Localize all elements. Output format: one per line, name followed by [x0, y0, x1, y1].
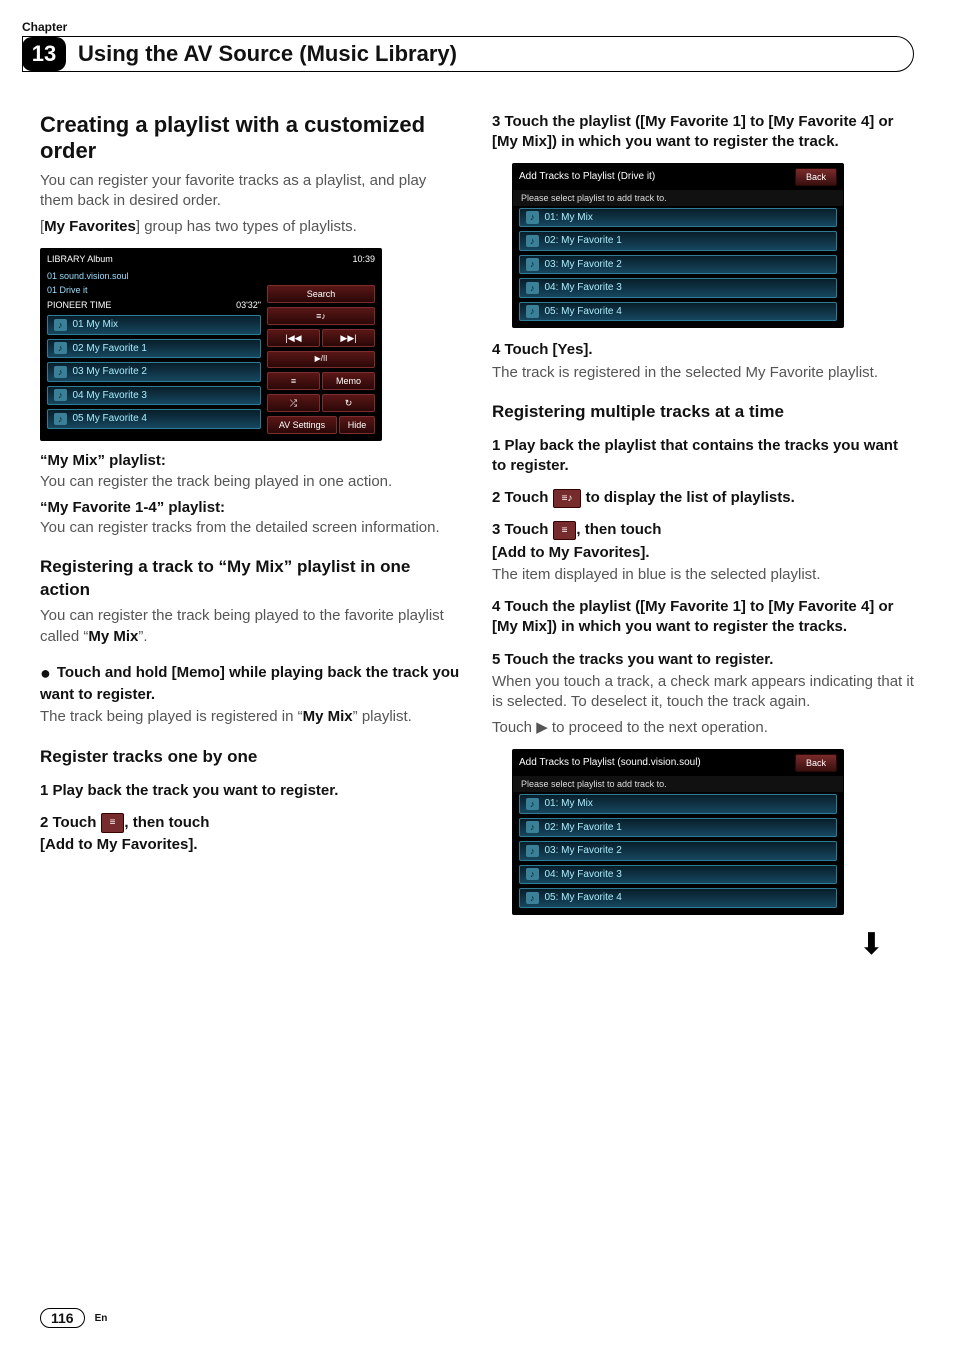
mymix-paragraph: You can register the track being played … — [40, 472, 462, 492]
multi-step-2: 2 Touch ≡♪ to display the list of playli… — [492, 488, 914, 508]
list-icon: ≡ — [101, 813, 125, 833]
chapter-title: Using the AV Source (Music Library) — [66, 37, 477, 71]
chapter-header: 13 Using the AV Source (Music Library) — [22, 36, 914, 72]
ss1-list-button[interactable]: ≡ — [267, 372, 320, 390]
ss2-item-3[interactable]: ♪03: My Favorite 2 — [519, 255, 837, 275]
intro-paragraph-2: [My Favorites] group has two types of pl… — [40, 217, 462, 237]
ss1-line1: 01 sound.vision.soul — [47, 271, 129, 281]
ss1-search-button[interactable]: Search — [267, 285, 375, 303]
sub1-paragraph: You can register the track being played … — [40, 606, 462, 647]
multi-step-5-after-2: Touch ▶ to proceed to the next operation… — [492, 718, 914, 738]
continue-arrow-icon: ⬇ — [492, 925, 884, 966]
playlist-icon: ≡♪ — [553, 489, 582, 509]
subheading-register-mymix: Registering a track to “My Mix” playlist… — [40, 556, 462, 602]
ss1-hide-button[interactable]: Hide — [339, 416, 375, 434]
multi-step-3-line2: [Add to My Favorites]. — [492, 543, 914, 563]
myfavorite-heading: “My Favorite 1-4” playlist: — [40, 498, 462, 518]
ss1-playlist-button[interactable]: ≡♪ — [267, 307, 375, 325]
chapter-label: Chapter — [22, 20, 914, 34]
ss2-item-2[interactable]: ♪02: My Favorite 1 — [519, 231, 837, 251]
ss1-prev-button[interactable]: |◀◀ — [267, 329, 320, 347]
ss1-top-left: LIBRARY Album — [47, 253, 113, 265]
multi-step-3-after: The item displayed in blue is the select… — [492, 565, 914, 585]
ss3-back-button[interactable]: Back — [795, 754, 837, 772]
right-step-4-after: The track is registered in the selected … — [492, 363, 914, 383]
bullet-touch-hold-memo: ●Touch and hold [Memo] while playing bac… — [40, 661, 462, 706]
ss3-item-4[interactable]: ♪04: My Favorite 3 — [519, 865, 837, 885]
ss3-title: Add Tracks to Playlist (sound.vision.sou… — [519, 756, 701, 770]
multi-step-1: 1 Play back the playlist that contains t… — [492, 436, 914, 477]
multi-step-5: 5 Touch the tracks you want to register. — [492, 650, 914, 670]
ss2-item-1[interactable]: ♪01: My Mix — [519, 208, 837, 228]
ss3-subtitle: Please select playlist to add track to. — [513, 776, 843, 792]
ss1-repeat-button[interactable]: ↻ — [322, 394, 375, 412]
left-step-2: 2 Touch ≡, then touch — [40, 813, 462, 833]
ss1-badge2: 03'32" — [236, 299, 261, 311]
chapter-number: 13 — [22, 37, 66, 71]
ss3-item-5[interactable]: ♪05: My Favorite 4 — [519, 888, 837, 908]
ss1-item-1[interactable]: ♪01 My Mix — [47, 315, 261, 335]
footer-language: En — [95, 1313, 108, 1324]
ss1-item-2[interactable]: ♪02 My Favorite 1 — [47, 339, 261, 359]
ss1-playpause-button[interactable]: ▶/II — [267, 351, 375, 368]
ss2-back-button[interactable]: Back — [795, 168, 837, 186]
right-step-4: 4 Touch [Yes]. — [492, 340, 914, 360]
add-tracks-screenshot-1: Add Tracks to Playlist (Drive it) Back P… — [512, 163, 844, 329]
right-step-3: 3 Touch the playlist ([My Favorite 1] to… — [492, 112, 914, 153]
intro-paragraph-1: You can register your favorite tracks as… — [40, 171, 462, 212]
add-tracks-screenshot-2: Add Tracks to Playlist (sound.vision.sou… — [512, 749, 844, 915]
page-number: 116 — [40, 1308, 85, 1328]
ss1-line2: 01 Drive it — [47, 284, 88, 296]
ss3-item-1[interactable]: ♪01: My Mix — [519, 794, 837, 814]
subheading-register-one-by-one: Register tracks one by one — [40, 746, 462, 769]
ss3-item-3[interactable]: ♪03: My Favorite 2 — [519, 841, 837, 861]
myfavorite-paragraph: You can register tracks from the detaile… — [40, 518, 462, 538]
multi-step-4: 4 Touch the playlist ([My Favorite 1] to… — [492, 597, 914, 638]
ss1-av-settings-button[interactable]: AV Settings — [267, 416, 337, 434]
ss2-subtitle: Please select playlist to add track to. — [513, 190, 843, 206]
ss1-item-3[interactable]: ♪03 My Favorite 2 — [47, 362, 261, 382]
ss2-item-4[interactable]: ♪04: My Favorite 3 — [519, 278, 837, 298]
library-screenshot: LIBRARY Album 10:39 01 sound.vision.soul… — [40, 248, 382, 442]
multi-step-5-after-1: When you touch a track, a check mark app… — [492, 672, 914, 713]
list-icon: ≡ — [553, 521, 577, 541]
mymix-heading: “My Mix” playlist: — [40, 451, 462, 471]
ss2-item-5[interactable]: ♪05: My Favorite 4 — [519, 302, 837, 322]
ss2-title: Add Tracks to Playlist (Drive it) — [519, 170, 655, 184]
ss1-next-button[interactable]: ▶▶| — [322, 329, 375, 347]
bullet1-after: The track being played is registered in … — [40, 707, 462, 727]
ss1-item-4[interactable]: ♪04 My Favorite 3 — [47, 386, 261, 406]
ss3-item-2[interactable]: ♪02: My Favorite 1 — [519, 818, 837, 838]
left-step-1: 1 Play back the track you want to regist… — [40, 781, 462, 801]
left-step-2-line2: [Add to My Favorites]. — [40, 835, 462, 855]
section-heading-create-playlist: Creating a playlist with a customized or… — [40, 112, 462, 165]
subheading-register-multiple: Registering multiple tracks at a time — [492, 401, 914, 424]
ss1-item-5[interactable]: ♪05 My Favorite 4 — [47, 409, 261, 429]
multi-step-3: 3 Touch ≡, then touch — [492, 520, 914, 540]
ss1-memo-button[interactable]: Memo — [322, 372, 375, 390]
ss1-badge1: PIONEER TIME — [47, 299, 111, 311]
ss1-random-button[interactable]: ⤮ — [267, 394, 320, 412]
page-footer: 116 En — [40, 1308, 107, 1328]
ss1-top-right: 10:39 — [352, 253, 375, 265]
